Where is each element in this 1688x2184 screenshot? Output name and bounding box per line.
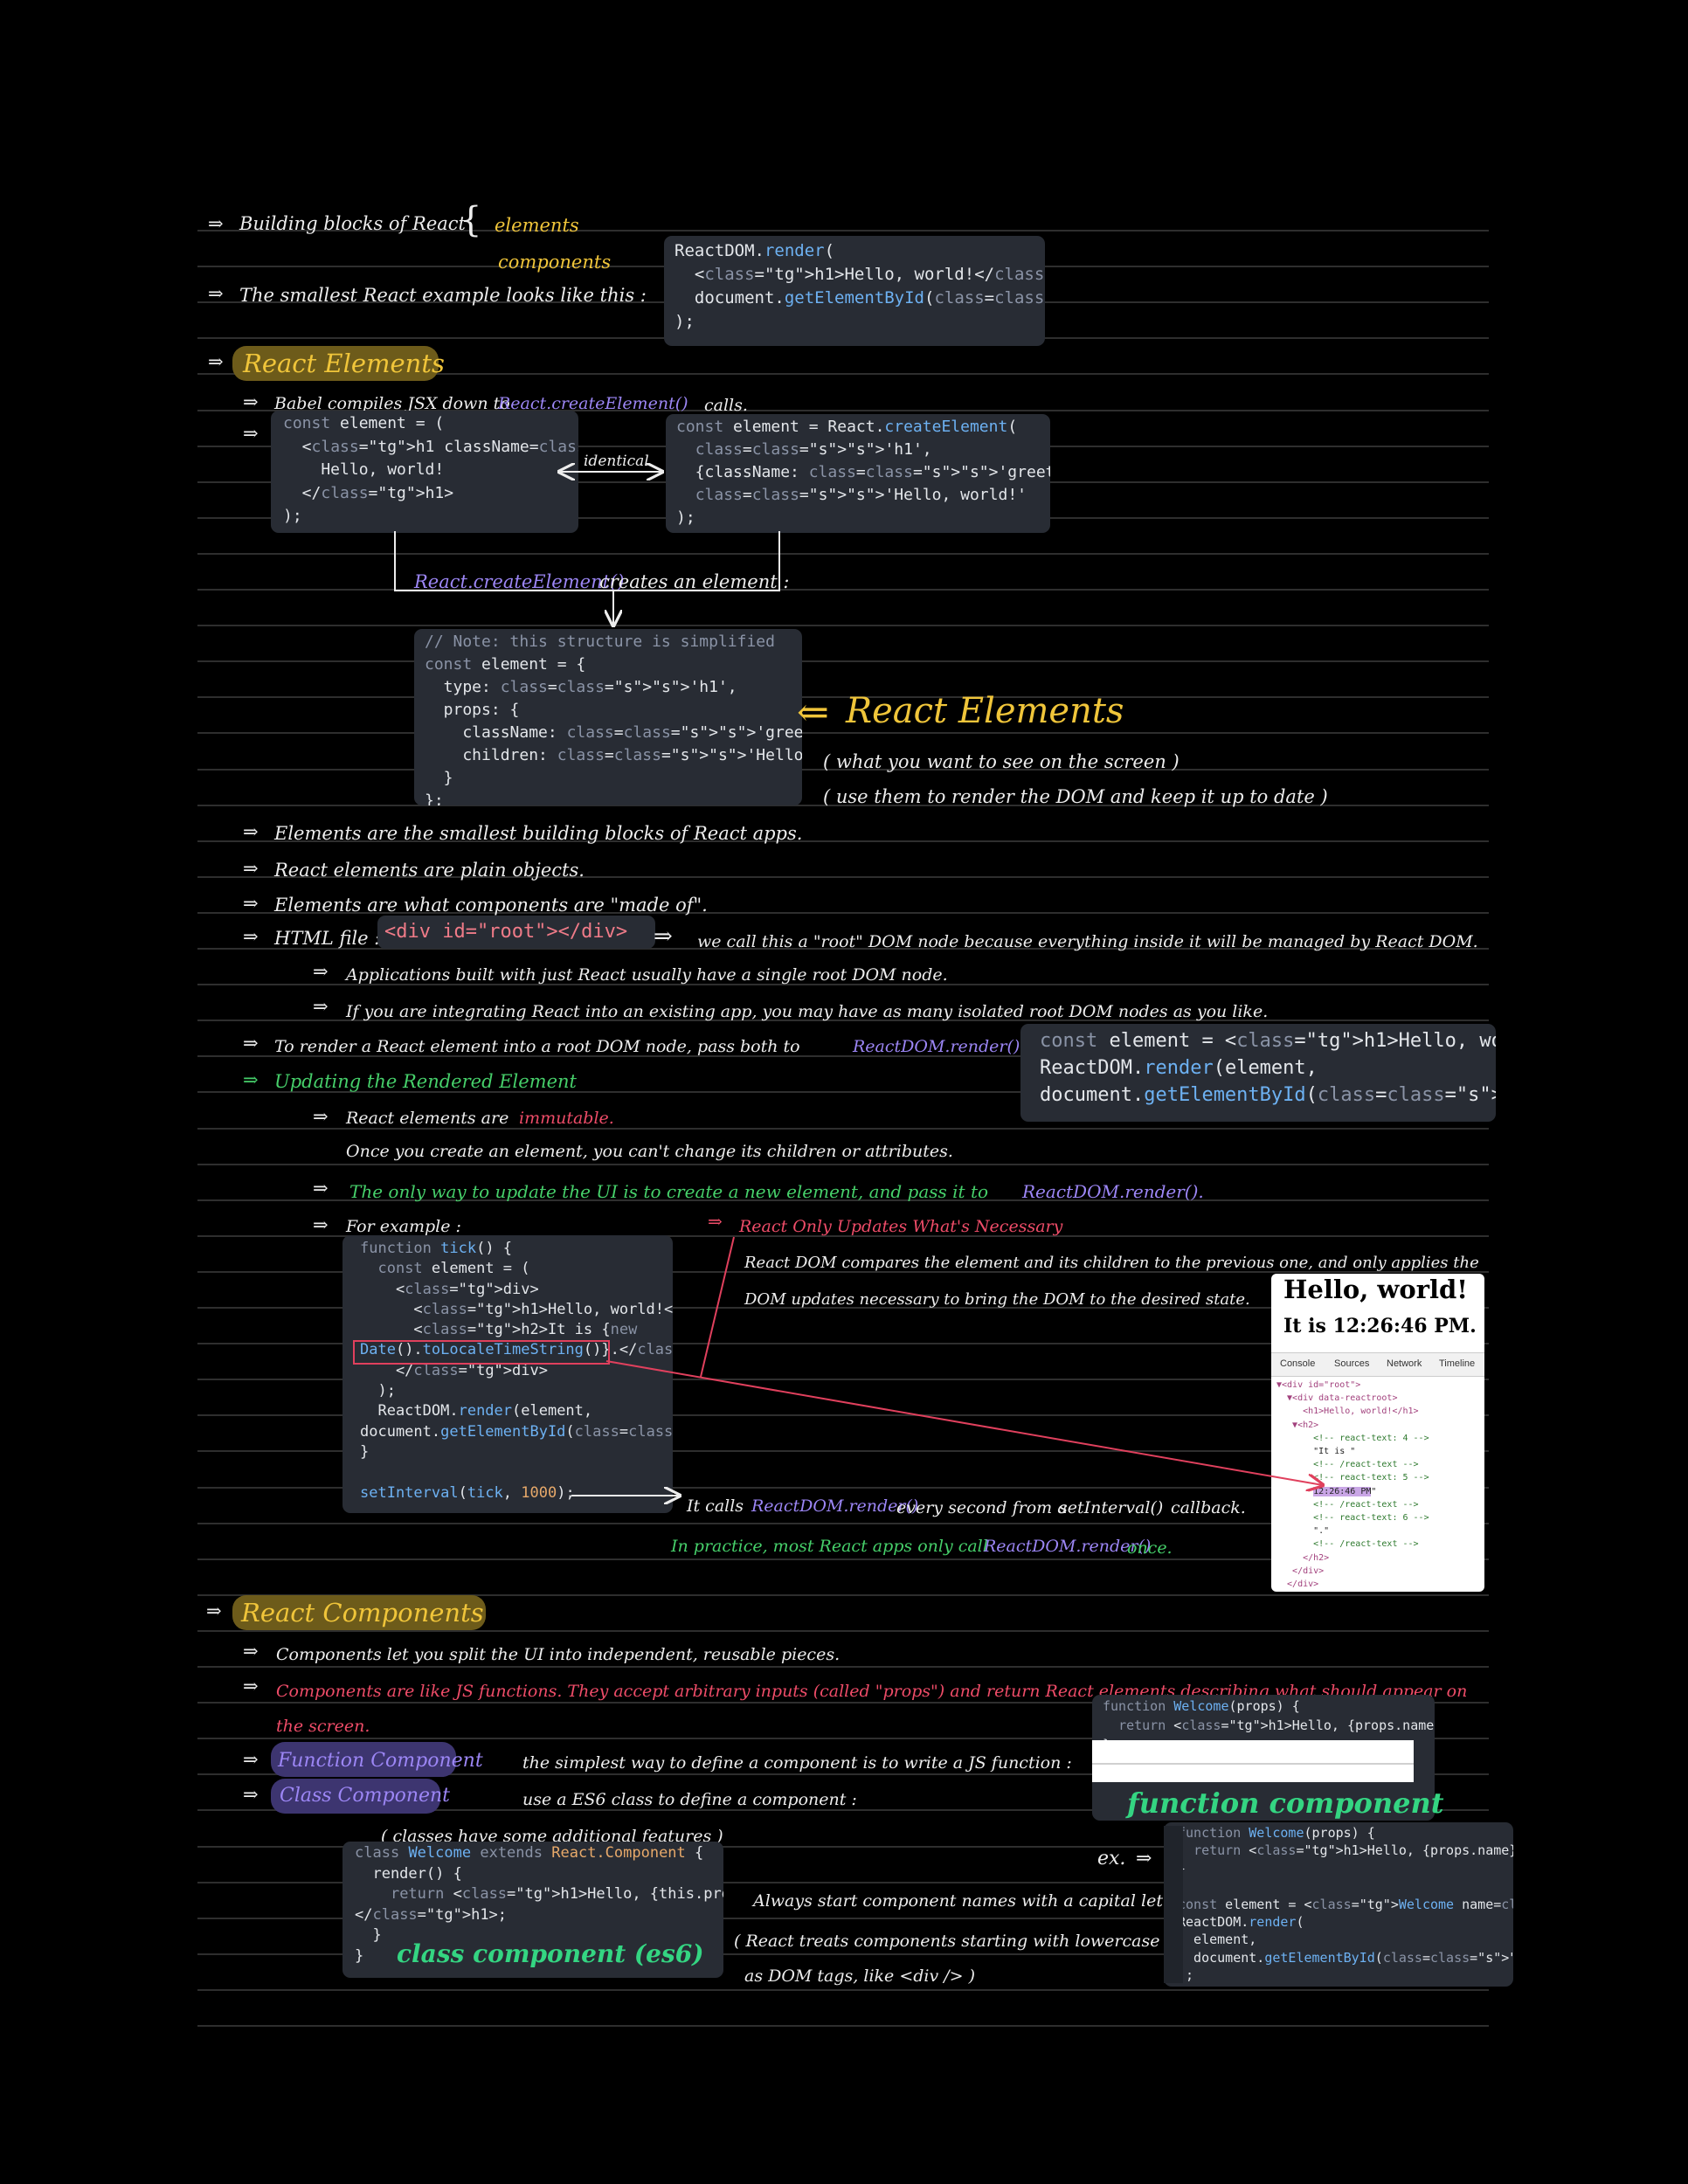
- notes-page: ⇒ Building blocks of React { elements co…: [0, 0, 1688, 2184]
- connector-lines: [394, 0, 1688, 2184]
- red-connector: [700, 1236, 735, 1378]
- bracket-line: [394, 531, 780, 591]
- red-arrow: [605, 1360, 1323, 1485]
